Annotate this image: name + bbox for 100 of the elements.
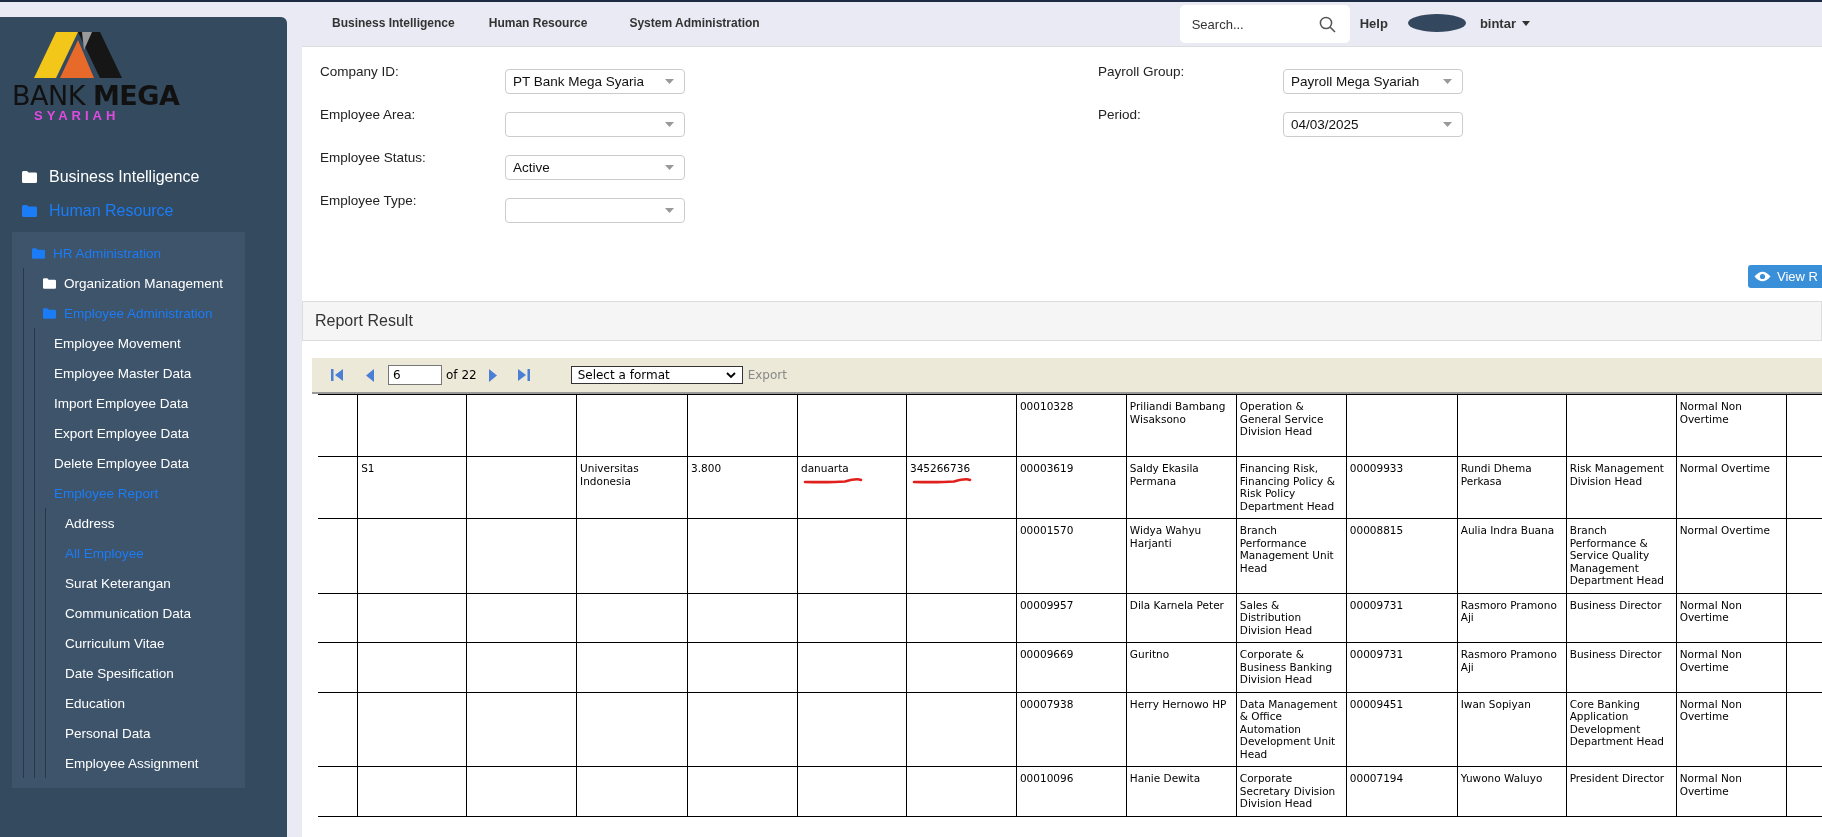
table-cell-text: Normal Non Overtime [1679,648,1743,673]
table-cell: 3.800 [691,462,722,475]
table-cell: 00009669 [1019,648,1074,661]
table-cell: 00010328 [1019,400,1074,413]
table-cell: 00001570 [1019,524,1074,537]
table-cell-text: Corporate Secretary Division Division Head [1239,772,1337,810]
sidebar-item[interactable]: Communication Data [65,598,192,628]
table-cell-text: Sales & Distribution Division Head [1239,598,1314,636]
table-cell-text: Data Management & Office Automation Development Unit Head [1239,697,1339,760]
caret-icon [1443,79,1452,84]
chevron-icon [725,371,736,379]
table-cell: 00009731 [1349,598,1404,611]
table-cell: 00009933 [1349,462,1404,475]
table-cell: 345266736 [909,462,971,475]
caret-icon [665,208,674,213]
caret-icon [665,122,674,127]
dropdown-field[interactable]: Payroll Mega Syariah [1283,69,1463,94]
last-page-icon[interactable] [516,368,531,382]
table-cell: Hanie Dewita [1129,772,1201,785]
page-count: of 22 [446,368,477,382]
table-cell: 00009731 [1349,648,1404,661]
field-label: Employee Area: [320,107,417,122]
table-cell: Guritno [1129,648,1170,661]
table-cell-text: Branch Performance Management Unit Head [1239,524,1335,574]
table-cell: Aulia Indra Buana [1460,524,1555,537]
field-label: Employee Type: [320,193,418,208]
avatar-icon[interactable] [1407,14,1466,32]
table-cell-text: Normal Non Overtime [1679,598,1743,624]
table-cell-text: Universitas Indonesia [580,462,640,487]
table-cell: S1 [361,462,375,475]
dropdown-field[interactable]: Active [505,155,685,180]
nav-link[interactable]: System Administration [629,16,760,30]
sidebar-item[interactable]: Import Employee Data [54,388,189,418]
sidebar-item[interactable]: Date Spesification [65,658,174,688]
table-cell: Dila Karnela Peter [1129,598,1224,611]
caret-icon [665,79,674,84]
page-number-field[interactable]: 6 [388,365,442,385]
sidebar-item[interactable]: Business Intelligence [0,160,200,194]
table-cell-text: Rasmoro Pramono Aji [1460,598,1558,624]
folder-icon [22,205,37,217]
table-cell: 00003619 [1019,462,1074,475]
table-cell-text: Saldy Ekasila Permana [1129,462,1200,487]
table-cell-text: Normal Non Overtime [1679,400,1743,425]
user-menu[interactable]: bintar [1479,15,1516,31]
sidebar-item[interactable]: Employee Movement [54,328,181,358]
sidebar-item[interactable]: Export Employee Data [54,418,190,448]
table-cell: Normal Overtime [1679,524,1770,537]
logo-subtext: SYARIAH [34,109,121,123]
table-cell-text: Financing Risk, Financing Policy & Risk Policy Department Head [1239,462,1336,512]
help-link[interactable]: Help [1359,15,1388,31]
format-dropdown[interactable]: Select a format [570,366,743,384]
table-cell-text: Branch Performance & Service Quality Management Department Head [1569,524,1665,587]
table-cell-text: Corporate & Business Banking Division Head [1239,648,1334,686]
table-cell-text: Operation & General Service Division Head [1239,400,1325,438]
dropdown-field[interactable] [505,198,685,223]
sidebar-item[interactable]: Surat Keterangan [65,568,171,598]
section-title: Report Result [315,312,413,330]
table-cell: 00008815 [1349,524,1404,537]
previous-page-icon[interactable] [366,368,374,382]
nav-link[interactable]: Business Intelligence [332,16,455,30]
table-cell: President Director [1569,772,1665,785]
sidebar-item[interactable]: Employee Master Data [54,358,192,388]
table-cell: 00009957 [1019,598,1074,611]
folder-icon [22,171,37,183]
field-label: Employee Status: [320,150,427,165]
table-cell: 00007194 [1349,772,1404,785]
sidebar-item[interactable]: Education [65,688,126,718]
dropdown-field[interactable]: PT Bank Mega Syaria [505,69,685,94]
table-cell-text: Normal Non Overtime [1679,772,1743,797]
table-cell: danuarta [801,462,849,475]
folder-icon [43,277,56,289]
dropdown-field[interactable]: 04/03/2025 [1283,112,1463,137]
table-cell-text: Core Banking Application Development Department Head [1569,697,1665,748]
table-cell: Iwan Sopiyan [1460,697,1531,710]
sidebar-item[interactable]: Employee Assignment [65,748,199,778]
table-cell-text: Priliandi Bambang Wisaksono [1129,400,1227,425]
sidebar-item[interactable]: Delete Employee Data [54,448,190,478]
field-label: Payroll Group: [1098,64,1186,79]
search-icon [1318,16,1336,33]
table-cell: 00010096 [1019,772,1074,785]
folder-icon [43,307,56,319]
table-cell-text: Widya Wahyu Harjanti [1129,524,1203,549]
nav-link[interactable]: Human Resource [488,16,588,30]
table-cell-text: Rasmoro Pramono Aji [1460,648,1558,673]
field-label: Company ID: [320,64,400,79]
table-cell: 00009451 [1349,697,1404,710]
sidebar-item[interactable]: Organization Management [43,268,224,298]
table-cell: Business Director [1569,598,1662,611]
table-cell-text: Normal Non Overtime [1679,697,1743,723]
search-field[interactable]: Search... [1179,5,1350,43]
table-cell: 00007938 [1019,697,1074,710]
sidebar-item[interactable]: Personal Data [65,718,151,748]
eye-icon [1754,271,1772,282]
dropdown-field[interactable] [505,112,685,137]
sidebar-item[interactable]: Address [65,508,115,538]
sidebar-item[interactable]: Curriculum Vitae [65,628,165,658]
first-page-icon[interactable] [330,368,344,382]
logo-text: BANK MEGA [12,83,181,109]
caret-icon [1443,122,1452,127]
next-page-icon[interactable] [488,368,497,382]
